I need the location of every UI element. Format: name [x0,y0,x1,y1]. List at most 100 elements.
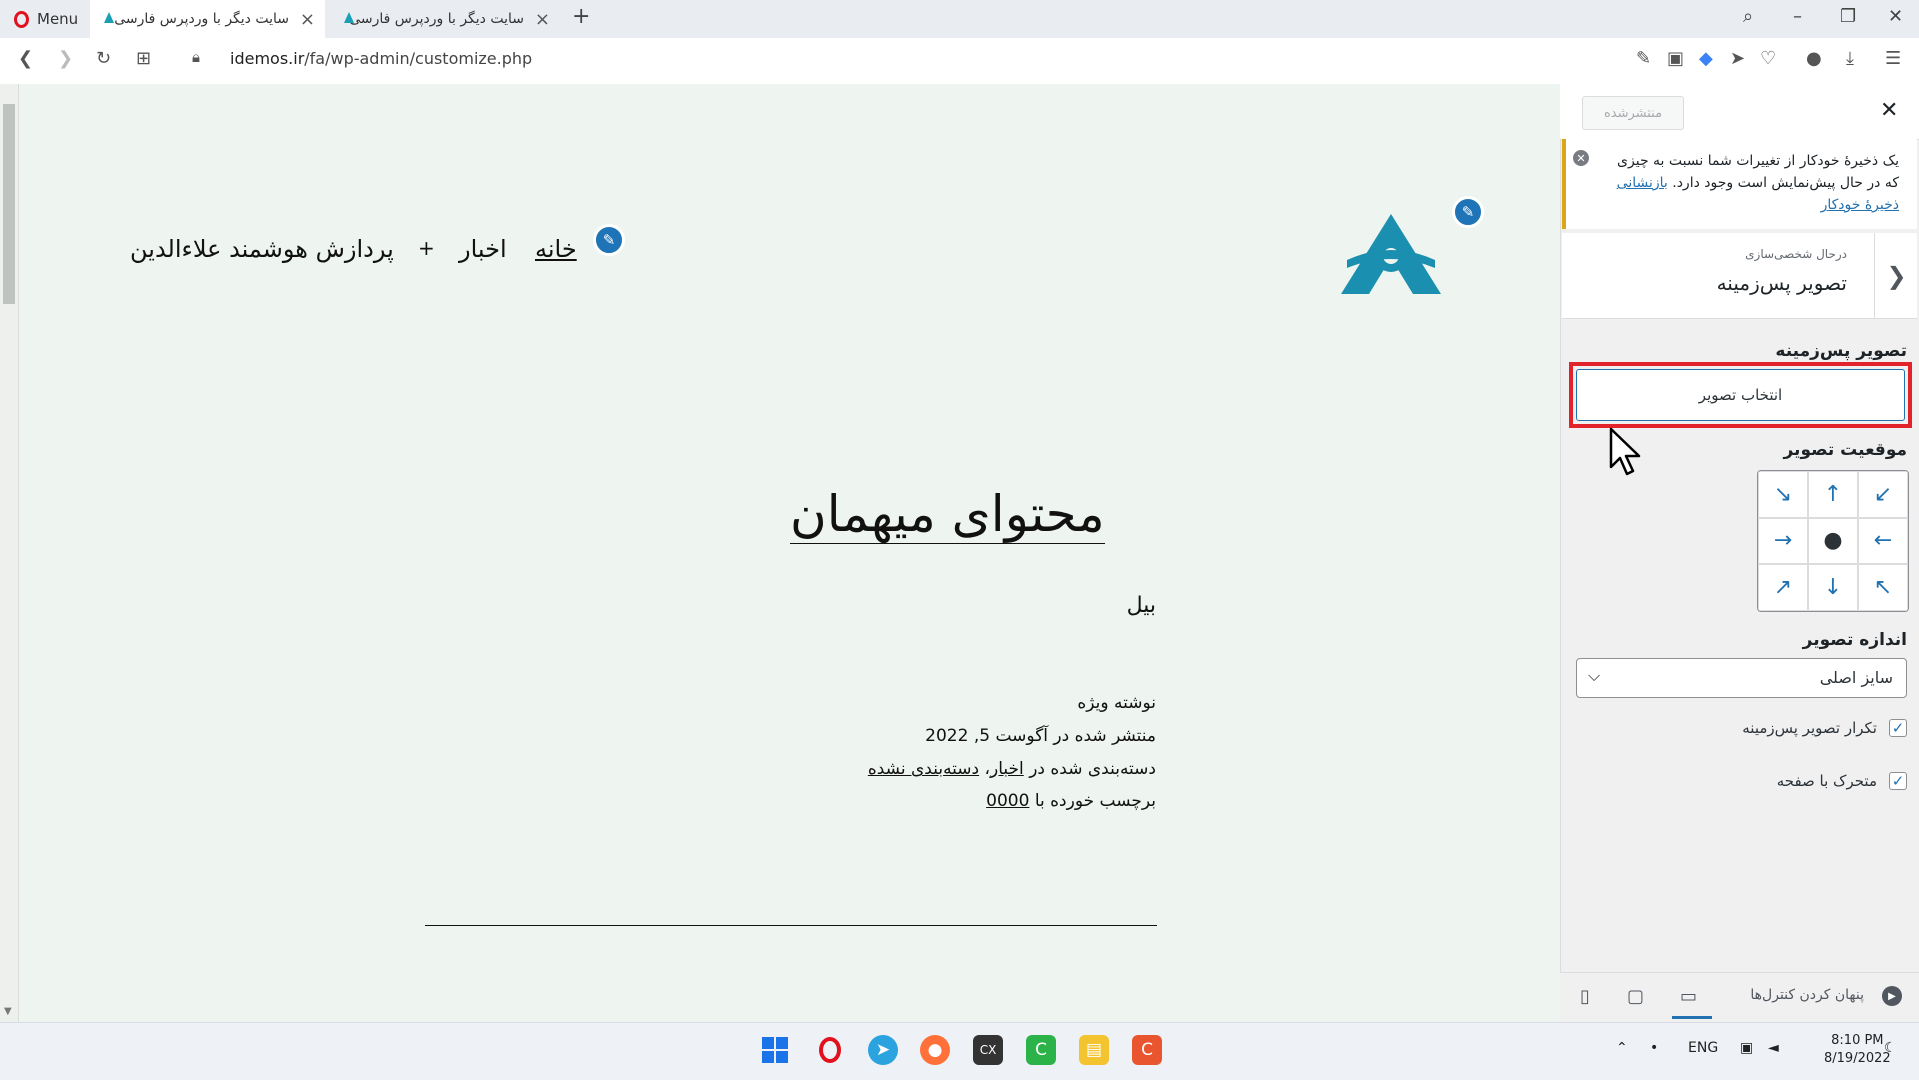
repeat-background-checkbox[interactable]: ✓ [1889,719,1907,737]
shield-icon[interactable]: ◆ [1699,48,1713,69]
close-window-icon[interactable]: ✕ [1888,6,1903,27]
clock-date: 8/19/2022 [1824,1051,1891,1066]
position-bottom-icon[interactable]: ↓ [1808,564,1858,611]
file-explorer-icon[interactable]: ▤ [1079,1035,1109,1065]
scroll-with-page-checkbox[interactable]: ✓ [1889,772,1907,790]
mobile-preview-icon[interactable]: ▯ [1580,986,1590,1007]
preview-scrollbar-thumb[interactable] [3,104,15,304]
back-to-panel-button[interactable]: ❯ [1874,233,1918,318]
tab-title: سایت دیگر با وردپرس فارسی [114,11,289,27]
forward-icon[interactable]: ❯ [58,48,73,69]
position-top-icon[interactable]: ↑ [1808,471,1858,518]
tag-link[interactable]: 0000 [986,791,1029,811]
close-customizer-icon[interactable]: ✕ [1880,98,1898,123]
customizer-footer [1560,972,1919,1023]
telegram-icon[interactable]: ➤ [868,1035,898,1065]
snap-icon[interactable]: ✎ [1636,48,1651,69]
search-tabs-icon[interactable]: ⌕ [1743,6,1753,27]
chevron-down-icon: ⌵ [1588,666,1601,685]
heart-icon[interactable]: ♡ [1760,48,1776,69]
network-icon[interactable]: ▣ [1740,1040,1753,1056]
scroll-down-icon[interactable]: ▼ [4,1006,12,1017]
firefox-icon[interactable]: ● [920,1035,950,1065]
tags-prefix: برچسب خورده با [1034,791,1156,811]
sticky-post-label: نوشته ویژه [1077,693,1156,713]
desktop-preview-icon[interactable]: ▭ [1680,986,1697,1007]
post-title[interactable]: محتوای میهمان [790,485,1105,544]
position-top-left-icon[interactable]: ↖ [1858,564,1908,611]
site-logo [1341,214,1441,294]
easy-setup-icon[interactable]: ☰ [1885,48,1901,69]
back-icon[interactable]: ❮ [18,48,33,69]
camtasia-icon[interactable]: C [1026,1035,1056,1065]
post-author[interactable]: بیل [1127,593,1156,618]
volume-icon[interactable]: ◄ [1768,1040,1779,1056]
notification-icon[interactable]: ☾ [1884,1040,1897,1056]
maximize-icon[interactable]: ❐ [1840,6,1856,27]
select-image-button[interactable]: انتخاب تصویر [1576,369,1905,421]
position-bottom-left-icon[interactable]: ↙ [1858,471,1908,518]
image-position-title: موقعیت تصویر [1783,440,1907,460]
opera-menu-button[interactable]: Menu [0,0,88,38]
publish-button[interactable]: منتشرشده [1582,96,1684,130]
post-date: منتشر شده در آگوست 5, 2022 [925,726,1156,746]
site-name-link[interactable]: پردازش هوشمند علاءالدین [130,235,394,263]
tab-active[interactable]: سایت دیگر با وردپرس فارسی × [90,0,325,38]
wordpress-favicon-icon [104,12,114,23]
tray-chevron-up-icon[interactable]: ⌃ [1616,1040,1628,1056]
mouse-cursor-icon [1609,427,1641,476]
language-indicator[interactable]: ENG [1688,1040,1718,1056]
opera-logo-icon [14,10,29,28]
tab-close-icon[interactable]: × [300,9,315,30]
dismiss-notice-icon[interactable]: ✕ [1573,150,1589,166]
opera-taskbar-icon[interactable] [815,1035,845,1065]
tab-inactive[interactable]: سایت دیگر با وردپرس فارسی × [330,0,560,38]
bg-image-title: تصویر پس‌زمینه [1775,341,1907,361]
reload-icon[interactable]: ↻ [96,48,111,69]
send-icon[interactable]: ➤ [1730,48,1745,69]
clock-time: 8:10 PM [1831,1033,1884,1048]
url-field[interactable]: idemos.ir/fa/wp-admin/customize.php [230,49,532,68]
hide-controls-icon[interactable]: ▶ [1882,986,1902,1006]
profile-icon[interactable]: ● [1806,48,1822,69]
new-tab-icon[interactable]: + [572,4,590,29]
site-preview [0,84,1560,1022]
position-center-icon[interactable]: ● [1808,517,1858,565]
speed-dial-icon[interactable]: ⊞ [136,48,151,69]
repeat-background-row[interactable]: ✓ تکرار تصویر پس‌زمینه [1742,719,1907,737]
wordpress-favicon-icon [344,12,354,23]
capcut-icon[interactable]: CX [973,1035,1003,1065]
clock[interactable]: 8:10 PM 8/19/2022 [1824,1032,1891,1068]
tablet-preview-icon[interactable]: ▢ [1627,986,1644,1007]
hide-controls-label[interactable]: پنهان کردن کنترل‌ها [1750,987,1864,1003]
nav-news-link[interactable]: اخبار [459,235,507,263]
scroll-with-page-label: متحرک با صفحه [1776,772,1877,790]
category-link-uncategorized[interactable]: دسته‌بندی نشده [868,759,979,779]
edit-menu-pencil-icon[interactable]: ✎ [593,224,625,256]
post-separator [425,925,1157,926]
camera-icon[interactable]: ▣ [1667,48,1684,69]
windows-taskbar [0,1022,1919,1080]
nav-home-link[interactable]: خانه [535,235,577,263]
menu-label: Menu [37,10,79,28]
tab-close-icon[interactable]: × [535,9,550,30]
position-left-icon[interactable]: ← [1858,517,1908,565]
position-top-right-icon[interactable]: ↗ [1758,564,1808,611]
section-title: تصویر پس‌زمینه [1716,271,1847,295]
category-link-news[interactable]: اخبار [990,759,1024,779]
post-categories: دسته‌بندی شده در اخبار، دسته‌بندی نشده [867,759,1156,779]
microphone-icon[interactable]: • [1650,1040,1658,1056]
repeat-background-label: تکرار تصویر پس‌زمینه [1742,719,1877,737]
recorder-icon[interactable]: C [1132,1035,1162,1065]
position-bottom-right-icon[interactable]: ↘ [1758,471,1808,518]
scroll-with-page-row[interactable]: ✓ متحرک با صفحه [1777,772,1907,790]
minimize-icon[interactable]: – [1793,6,1802,27]
post-tags: برچسب خورده با 0000 [986,791,1156,811]
position-right-icon[interactable]: → [1758,517,1808,565]
download-icon[interactable]: ⤓ [1846,48,1854,69]
device-active-indicator [1672,1016,1712,1019]
edit-logo-pencil-icon[interactable]: ✎ [1452,196,1484,228]
nav-plus-icon[interactable]: + [418,236,435,260]
windows-start-icon[interactable] [760,1035,790,1065]
categories-prefix: دسته‌بندی شده در [1029,759,1156,779]
